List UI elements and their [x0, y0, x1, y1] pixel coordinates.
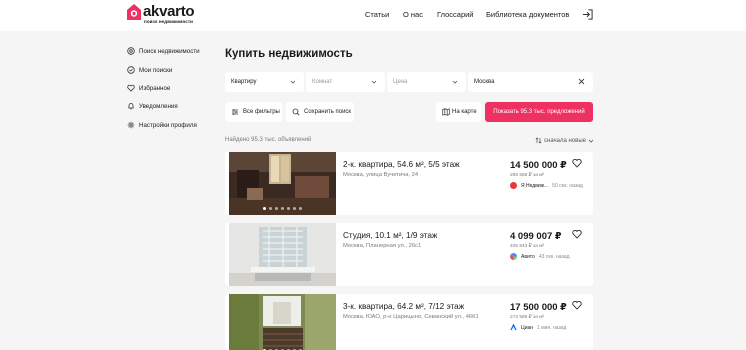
- listing-photo[interactable]: [229, 223, 336, 286]
- rooms-select[interactable]: Комнат: [306, 72, 385, 92]
- listing-photo[interactable]: [229, 152, 336, 215]
- results-count: Найдено 95.3 тыс. объявлений: [225, 137, 312, 143]
- sidebar-item-favorites[interactable]: Избранное: [127, 84, 170, 92]
- map-button[interactable]: На карте: [436, 102, 481, 122]
- gear-icon: [127, 121, 135, 129]
- listing-title[interactable]: 2-к. квартира, 54.6 м², 5/5 этаж: [343, 160, 460, 169]
- sidebar-item-label: Уведомления: [139, 102, 178, 110]
- listing-card[interactable]: Студия, 10.1 м², 1/9 этаж Москва, Планер…: [225, 223, 593, 286]
- sort-select[interactable]: сначала новые: [535, 137, 594, 144]
- avito-icon: [510, 253, 517, 260]
- save-search-label: Сохранить поиск: [304, 109, 352, 115]
- all-filters-label: Все фильтры: [243, 109, 280, 115]
- listing-source[interactable]: Я Недвиж... 50 сек. назад: [510, 182, 583, 189]
- listing-price-per-m2: 405 843 ₽ за м²: [510, 244, 545, 249]
- chevron-down-icon: [452, 80, 458, 84]
- sidebar-item-settings[interactable]: Настройки профиля: [127, 121, 197, 129]
- map-icon: [442, 108, 450, 116]
- listing-price-per-m2: 265 568 ₽ за м²: [510, 173, 545, 178]
- nav-articles[interactable]: Статьи: [365, 10, 389, 19]
- rooms-placeholder: Комнат: [312, 79, 333, 85]
- clear-icon[interactable]: [578, 78, 585, 85]
- sidebar-item-notifications[interactable]: Уведомления: [127, 102, 178, 110]
- page-title: Купить недвижимость: [225, 48, 353, 60]
- apartment-photo: [229, 152, 336, 215]
- property-type-value: Квартиру: [231, 79, 257, 85]
- price-select[interactable]: Цена: [387, 72, 466, 92]
- saved-search-icon: [127, 66, 135, 74]
- sidebar-item-label: Поиск недвижимости: [139, 47, 200, 55]
- logo-text: akvarto: [143, 3, 195, 20]
- save-search-icon: [292, 108, 300, 116]
- listing-price: 14 500 000 ₽: [510, 160, 567, 171]
- logo-house-icon: [127, 4, 141, 20]
- nav-about[interactable]: О нас: [403, 10, 423, 19]
- show-results-button[interactable]: Показать 95.3 тыс. предложений: [485, 102, 593, 122]
- sidebar-item-label: Избранное: [139, 84, 171, 92]
- filter-icon: [232, 109, 238, 115]
- source-name: Я Недвиж...: [521, 182, 549, 189]
- cian-icon: [510, 324, 517, 331]
- listing-title[interactable]: 3-к. квартира, 64.2 м², 7/12 этаж: [343, 302, 464, 311]
- search-icon: [127, 47, 135, 55]
- listing-source[interactable]: Циан 1 мин. назад: [510, 324, 566, 331]
- listing-card[interactable]: 2-к. квартира, 54.6 м², 5/5 этаж Москва,…: [225, 152, 593, 215]
- sidebar-item-label: Настройки профиля: [139, 121, 197, 129]
- all-filters-button[interactable]: Все фильтры: [225, 102, 282, 122]
- listing-price: 4 099 007 ₽: [510, 231, 562, 242]
- listing-address: Москва, улица Вучетича, 24: [343, 172, 419, 178]
- chevron-down-icon: [371, 80, 377, 84]
- photo-pagination[interactable]: [229, 207, 336, 210]
- favorite-heart-icon[interactable]: [572, 229, 582, 239]
- sidebar-item-label: Мои поиски: [139, 66, 173, 74]
- source-name: Авито: [521, 253, 535, 260]
- favorite-heart-icon[interactable]: [572, 158, 582, 168]
- price-placeholder: Цена: [393, 79, 408, 85]
- source-name: Циан: [521, 324, 534, 331]
- location-input[interactable]: Москва: [468, 72, 593, 92]
- save-search-button[interactable]: Сохранить поиск: [286, 102, 354, 122]
- nav-glossary[interactable]: Глоссарий: [437, 10, 474, 19]
- listing-address: Москва, ЮАО, р-н Царицыно, Севанский ул.…: [343, 314, 479, 320]
- favorite-heart-icon[interactable]: [572, 300, 582, 310]
- logo-subtitle: поиск недвижимости: [144, 19, 194, 24]
- listing-time: 50 сек. назад: [552, 182, 583, 189]
- listing-title[interactable]: Студия, 10.1 м², 1/9 этаж: [343, 231, 437, 240]
- listing-price-per-m2: 272 586 ₽ за м²: [510, 315, 545, 320]
- nav-documents[interactable]: Библиотека документов: [486, 10, 569, 19]
- listing-photo[interactable]: [229, 294, 336, 350]
- property-type-select[interactable]: Квартиру: [225, 72, 304, 92]
- apartment-photo: [229, 223, 336, 286]
- apartment-photo: [229, 294, 336, 350]
- location-value: Москва: [474, 79, 495, 85]
- listing-address: Москва, Планерная ул., 26с1: [343, 243, 422, 249]
- sort-label: сначала новые: [544, 137, 586, 144]
- yandex-realty-icon: [510, 182, 517, 189]
- heart-icon: [127, 84, 135, 92]
- listing-time: 1 мин. назад: [537, 324, 567, 331]
- listing-source[interactable]: Авито 43 сек. назад: [510, 253, 570, 260]
- sort-icon: [535, 137, 542, 144]
- listing-price: 17 500 000 ₽: [510, 302, 567, 313]
- header: akvarto поиск недвижимости Статьи О нас …: [0, 0, 746, 31]
- bell-icon: [128, 103, 134, 110]
- map-label: На карте: [452, 109, 477, 115]
- sidebar-item-my-searches[interactable]: Мои поиски: [127, 66, 172, 74]
- listing-time: 43 сек. назад: [538, 253, 570, 260]
- logo[interactable]: akvarto поиск недвижимости: [127, 3, 195, 24]
- chevron-down-icon: [588, 139, 594, 143]
- login-icon[interactable]: [582, 9, 593, 20]
- listing-card[interactable]: 3-к. квартира, 64.2 м², 7/12 этаж Москва…: [225, 294, 593, 350]
- chevron-down-icon: [290, 80, 296, 84]
- sidebar-item-search[interactable]: Поиск недвижимости: [127, 47, 200, 55]
